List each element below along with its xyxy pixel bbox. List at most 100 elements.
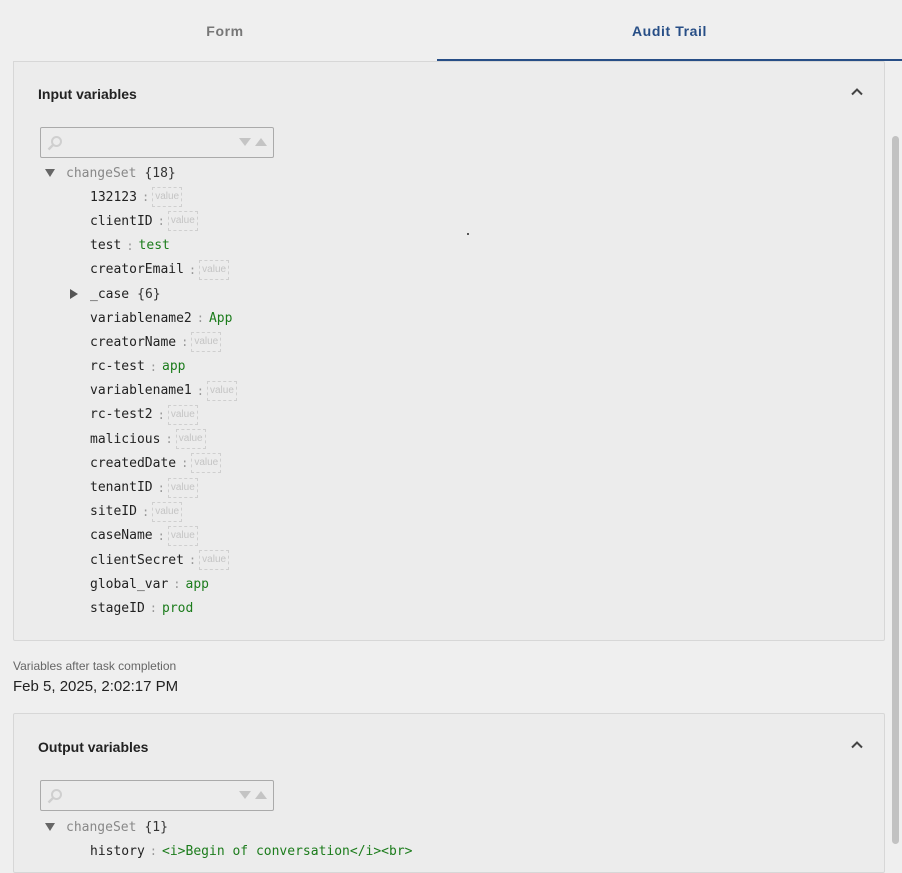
after-completion-date: Feb 5, 2025, 2:02:17 PM [13,678,179,695]
tree-value[interactable]: <i>Begin of conversation</i><br> [162,844,412,859]
empty-value-placeholder[interactable]: value [167,525,198,546]
tree-key: rc-test [90,359,145,375]
tree-root-row: changeSet {1} [44,815,412,839]
tree-row: malicious: value [44,427,237,451]
chevron-up-icon[interactable] [850,738,864,752]
sort-up-icon[interactable] [255,790,267,799]
tree-row: variablename2: App [44,306,237,330]
key-separator: : [188,262,197,277]
empty-value-placeholder[interactable]: value [152,187,183,208]
output-variables-title: Output variables [38,739,149,755]
sort-down-icon[interactable] [239,791,251,800]
tree-root-count: {18} [144,165,176,181]
scrollbar-thumb[interactable] [892,136,899,844]
empty-value-placeholder[interactable]: value [167,404,198,425]
tree-row: 132123: value [44,185,237,209]
empty-value-placeholder[interactable]: value [167,211,198,232]
tree-row: clientID: value [44,209,237,233]
key-separator: : [157,528,165,543]
key-separator: : [181,335,189,350]
tree-row: creatorName: value [44,330,237,354]
empty-value-placeholder[interactable]: value [152,501,183,522]
output-variables-tree: changeSet {1} history: <i>Begin of conver… [44,815,412,863]
tree-key: clientSecret [90,552,184,568]
tree-value[interactable]: app [186,577,209,592]
tree-value[interactable]: test [139,238,170,253]
empty-value-placeholder[interactable]: value [199,550,230,571]
tree-key: createdDate [90,455,177,471]
tree-row: createdDate: value [44,451,237,475]
tree-count: {6} [137,286,161,302]
search-icon [47,789,62,804]
tree-value[interactable]: App [209,311,232,326]
tree-row: variablename1: value [44,379,237,403]
tree-row: stageID: prod [44,596,237,620]
tree-key: global_var [90,576,169,592]
key-separator: : [149,844,158,859]
tree-key: variablename2 [90,310,192,326]
empty-value-placeholder[interactable]: value [206,380,237,401]
tree-key: tenantID [90,480,153,496]
tree-key: caseName [90,528,153,544]
key-separator: : [173,577,181,592]
tree-row: caseName: value [44,524,237,548]
after-completion-label: Variables after task completion [13,659,177,673]
tree-row: siteID: value [44,500,237,524]
tree-key: malicious [90,431,161,447]
empty-value-placeholder[interactable]: value [191,332,222,353]
caret-down-icon[interactable] [44,821,56,833]
key-separator: : [188,553,197,568]
key-separator: : [141,504,150,519]
tree-row: global_var: app [44,572,237,596]
tree-root-key: changeSet [66,819,137,835]
stray-dot [467,233,469,235]
input-variables-panel: Input variables changeSet {18} 132123: va… [13,61,885,641]
key-separator: : [196,383,204,398]
tree-root-count: {1} [144,819,168,835]
tab-audit-trail[interactable]: Audit Trail [437,0,902,62]
tree-key: siteID [90,504,137,520]
key-separator: : [157,407,165,422]
empty-value-placeholder[interactable]: value [191,453,222,474]
search-input[interactable] [67,784,227,807]
key-separator: : [149,359,158,374]
output-variables-panel: Output variables changeSet {1} history: <… [13,713,885,873]
tree-row: _case {6} [44,282,237,306]
key-separator: : [141,190,150,205]
search-input[interactable] [67,131,227,154]
empty-value-placeholder[interactable]: value [175,429,206,450]
search-icon [47,136,62,151]
caret-right-icon[interactable] [68,288,80,300]
key-separator: : [196,311,204,326]
key-separator: : [181,456,189,471]
input-variables-tree: changeSet {18} 132123: value clientID: valu… [44,161,237,621]
tab-form[interactable]: Form [13,0,437,62]
input-variables-title: Input variables [38,86,137,102]
input-variables-search [40,127,274,158]
tree-row: test: test [44,234,237,258]
tree-key: 132123 [90,189,137,205]
key-separator: : [126,238,134,253]
tab-bar: Form Audit Trail [0,0,902,62]
caret-down-icon[interactable] [44,167,56,179]
tree-value[interactable]: app [162,359,185,374]
tree-row: clientSecret: value [44,548,237,572]
tree-row: rc-test2: value [44,403,237,427]
tree-value[interactable]: prod [162,601,193,616]
tree-key: history [90,843,145,859]
tree-key: stageID [90,600,145,616]
empty-value-placeholder[interactable]: value [167,477,198,498]
empty-value-placeholder[interactable]: value [199,259,230,280]
sort-down-icon[interactable] [239,138,251,147]
key-separator: : [149,601,158,616]
tree-row: history: <i>Begin of conversation</i><br> [44,839,412,863]
tree-row: tenantID: value [44,475,237,499]
tree-root-key: changeSet [66,165,137,181]
key-separator: : [165,432,173,447]
chevron-up-icon[interactable] [850,85,864,99]
tree-key: creatorEmail [90,262,184,278]
tree-key: clientID [90,213,153,229]
key-separator: : [157,214,165,229]
sort-up-icon[interactable] [255,137,267,146]
tree-key[interactable]: _case [90,287,129,302]
